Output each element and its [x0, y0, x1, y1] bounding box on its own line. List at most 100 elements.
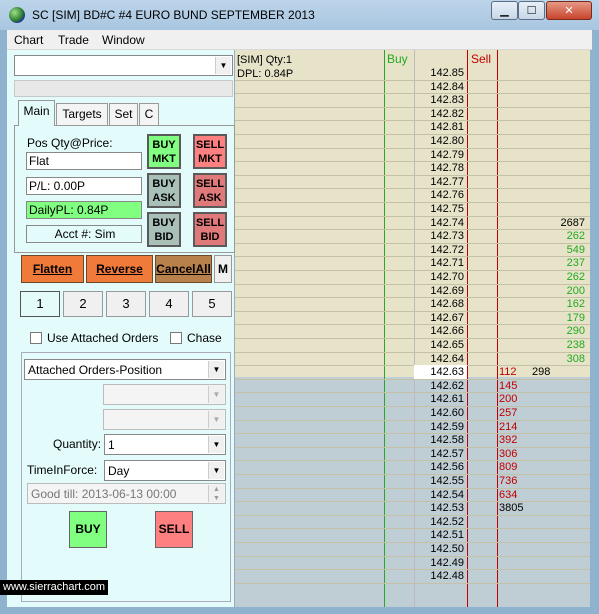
- close-button[interactable]: ✕: [546, 1, 592, 20]
- ask-quantity[interactable]: 262: [535, 229, 585, 243]
- menu-chart[interactable]: Chart: [14, 33, 43, 47]
- disabled-select-1[interactable]: ▼: [103, 384, 226, 405]
- price-cell[interactable]: 142.70: [414, 270, 467, 284]
- price-cell[interactable]: 142.52: [414, 515, 467, 529]
- chevron-down-icon[interactable]: ▼: [215, 57, 231, 74]
- bid-quantity[interactable]: 145: [499, 379, 539, 393]
- attached-orders-select[interactable]: Attached Orders-Position ▼: [24, 359, 226, 380]
- price-cell[interactable]: 142.48: [414, 569, 467, 583]
- use-attached-orders-checkbox[interactable]: [30, 332, 42, 344]
- price-cell[interactable]: 142.79: [414, 148, 467, 162]
- qty-preset-2[interactable]: 2: [63, 291, 103, 317]
- price-cell[interactable]: 142.84: [414, 80, 467, 94]
- price-cell[interactable]: 142.60: [414, 406, 467, 420]
- tab-c[interactable]: C: [139, 103, 159, 125]
- price-cell[interactable]: 142.51: [414, 528, 467, 542]
- ask-quantity[interactable]: 308: [535, 352, 585, 366]
- price-cell[interactable]: 142.66: [414, 324, 467, 338]
- chevron-down-icon[interactable]: ▼: [208, 436, 224, 453]
- tab-targets[interactable]: Targets: [56, 103, 108, 125]
- disabled-select-2[interactable]: ▼: [103, 409, 226, 430]
- chase-checkbox[interactable]: [170, 332, 182, 344]
- price-cell[interactable]: 142.72: [414, 243, 467, 257]
- sell-ask-button[interactable]: SELL ASK: [193, 173, 227, 208]
- price-cell[interactable]: 142.67: [414, 311, 467, 325]
- buy-button[interactable]: BUY: [69, 511, 107, 548]
- bid-quantity[interactable]: 392: [499, 433, 539, 447]
- reverse-button[interactable]: Reverse: [86, 255, 153, 283]
- flatten-button[interactable]: Flatten: [21, 255, 84, 283]
- current-price-cell[interactable]: 142.63: [414, 365, 467, 380]
- price-cell[interactable]: 142.61: [414, 392, 467, 406]
- price-cell[interactable]: 142.78: [414, 161, 467, 175]
- price-cell[interactable]: 142.58: [414, 433, 467, 447]
- ask-quantity[interactable]: 238: [535, 338, 585, 352]
- price-cell[interactable]: 142.76: [414, 188, 467, 202]
- ask-quantity[interactable]: 162: [535, 297, 585, 311]
- buy-bid-button[interactable]: BUY BID: [147, 212, 181, 247]
- good-till-field[interactable]: Good till: 2013-06-13 00:00 ▲ ▼: [27, 483, 226, 504]
- bid-quantity[interactable]: 214: [499, 420, 539, 434]
- price-cell[interactable]: 142.83: [414, 93, 467, 107]
- price-cell[interactable]: 142.50: [414, 542, 467, 556]
- buy-mkt-button[interactable]: BUY MKT: [147, 134, 181, 169]
- tif-select[interactable]: Day ▼: [104, 460, 226, 481]
- ask-quantity[interactable]: 200: [535, 284, 585, 298]
- m-button[interactable]: M: [214, 255, 232, 283]
- price-cell[interactable]: 142.80: [414, 134, 467, 148]
- bid-quantity[interactable]: 3805: [499, 501, 539, 515]
- sell-button[interactable]: SELL: [155, 511, 193, 548]
- buy-ask-button[interactable]: BUY ASK: [147, 173, 181, 208]
- price-cell[interactable]: 142.73: [414, 229, 467, 243]
- ask-quantity[interactable]: 262: [535, 270, 585, 284]
- price-cell[interactable]: 142.64: [414, 352, 467, 366]
- sell-bid-button[interactable]: SELL BID: [193, 212, 227, 247]
- menu-window[interactable]: Window: [102, 33, 145, 47]
- price-cell[interactable]: 142.55: [414, 474, 467, 488]
- price-cell[interactable]: 142.68: [414, 297, 467, 311]
- ask-quantity[interactable]: 237: [535, 256, 585, 270]
- price-cell[interactable]: 142.81: [414, 120, 467, 134]
- chevron-down-icon[interactable]: ▼: [208, 361, 224, 378]
- qty-preset-5[interactable]: 5: [192, 291, 232, 317]
- price-cell[interactable]: 142.85: [414, 66, 467, 80]
- price-cell[interactable]: 142.82: [414, 107, 467, 121]
- price-cell[interactable]: 142.54: [414, 488, 467, 502]
- bid-quantity[interactable]: 809: [499, 460, 539, 474]
- qty-preset-1[interactable]: 1: [20, 291, 60, 317]
- price-cell[interactable]: 142.59: [414, 420, 467, 434]
- bid-quantity[interactable]: 200: [499, 392, 539, 406]
- price-cell[interactable]: 142.74: [414, 216, 467, 230]
- maximize-button[interactable]: ☐: [518, 1, 545, 20]
- price-cell[interactable]: 142.69: [414, 284, 467, 298]
- tab-set[interactable]: Set: [109, 103, 138, 125]
- bid-quantity[interactable]: 736: [499, 474, 539, 488]
- price-cell[interactable]: 142.53: [414, 501, 467, 515]
- qty-preset-3[interactable]: 3: [106, 291, 146, 317]
- bid-quantity[interactable]: 257: [499, 406, 539, 420]
- price-cell[interactable]: 142.75: [414, 202, 467, 216]
- cancel-all-button[interactable]: CancelAll: [155, 255, 212, 283]
- ask-quantity[interactable]: 2687: [535, 216, 585, 230]
- price-cell[interactable]: 142.57: [414, 447, 467, 461]
- chevron-down-icon[interactable]: ▼: [208, 462, 224, 479]
- sell-mkt-button[interactable]: SELL MKT: [193, 134, 227, 169]
- bid-quantity[interactable]: 306: [499, 447, 539, 461]
- ask-quantity[interactable]: 290: [535, 324, 585, 338]
- price-cell[interactable]: 142.56: [414, 460, 467, 474]
- price-cell[interactable]: 142.62: [414, 379, 467, 393]
- minimize-button[interactable]: ▁: [491, 1, 518, 20]
- price-cell[interactable]: 142.77: [414, 175, 467, 189]
- price-ladder[interactable]: [SIM] Qty:1 DPL: 0.84P Buy Sell 142.85 14…: [235, 50, 590, 607]
- menu-trade[interactable]: Trade: [58, 33, 89, 47]
- bid-quantity[interactable]: 634: [499, 488, 539, 502]
- ask-quantity[interactable]: 179: [535, 311, 585, 325]
- tab-main[interactable]: Main: [18, 100, 55, 126]
- price-cell[interactable]: 142.71: [414, 256, 467, 270]
- qty-preset-4[interactable]: 4: [149, 291, 189, 317]
- symbol-combo[interactable]: ▼: [14, 55, 233, 76]
- price-cell[interactable]: 142.65: [414, 338, 467, 352]
- ask-quantity[interactable]: 549: [535, 243, 585, 257]
- price-cell[interactable]: 142.49: [414, 556, 467, 570]
- quantity-select[interactable]: 1 ▼: [104, 434, 226, 455]
